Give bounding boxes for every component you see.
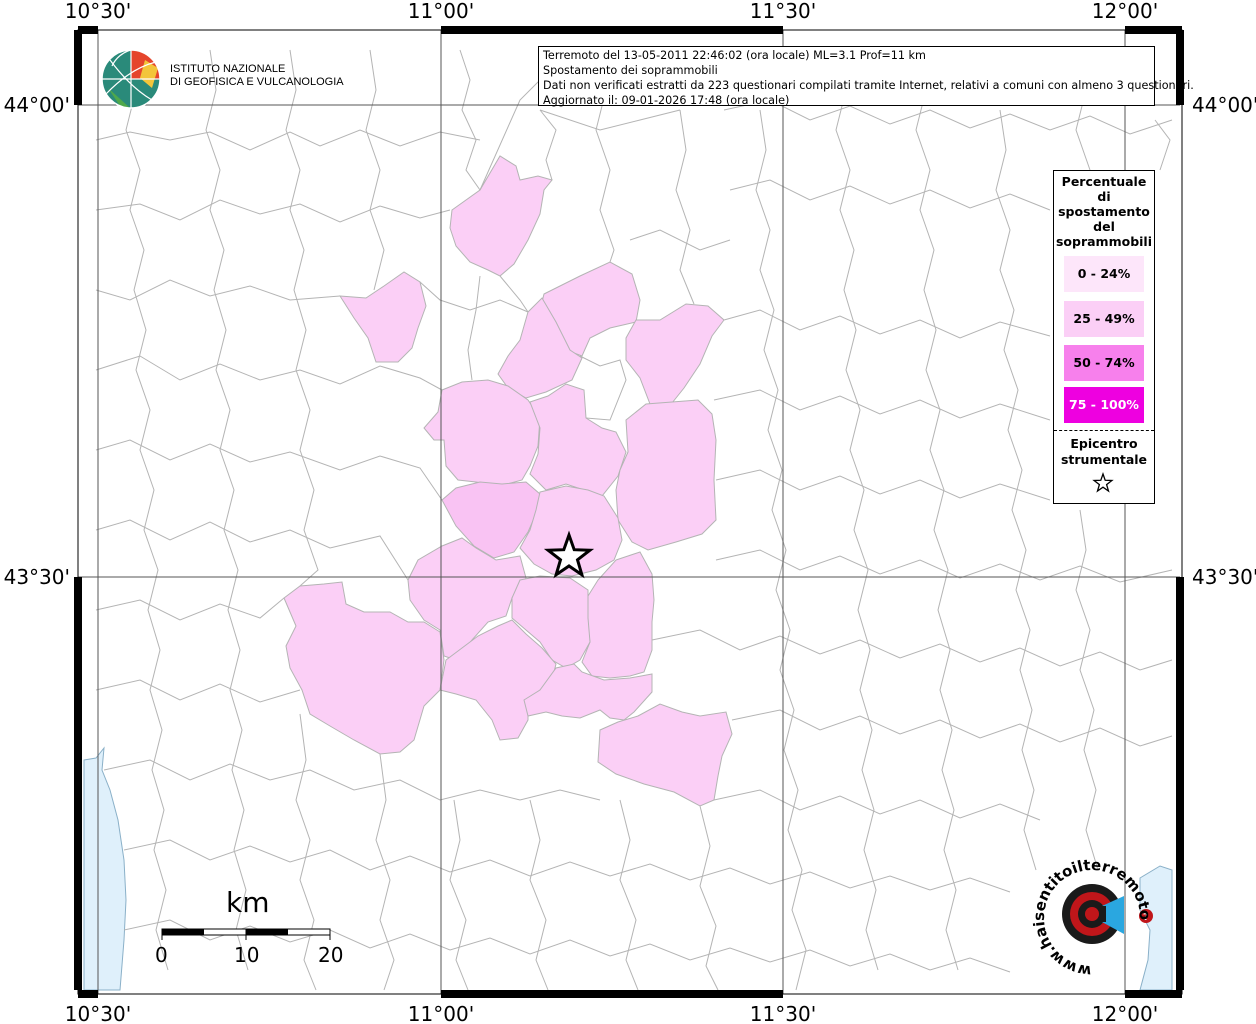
lon-label-top: 11°30' bbox=[750, 0, 816, 23]
felt-municipalities bbox=[283, 155, 733, 807]
lon-label-bottom: 11°00' bbox=[408, 1002, 474, 1024]
lon-label-bottom: 12°00' bbox=[1092, 1002, 1158, 1024]
lon-label-top: 10°30' bbox=[65, 0, 131, 23]
event-line: Terremoto del 13-05-2011 22:46:02 (ora l… bbox=[543, 49, 926, 62]
scale-tick-label: 0 bbox=[155, 943, 168, 967]
scale-bar bbox=[161, 928, 331, 940]
legend-class-swatch: 75 - 100% bbox=[1064, 387, 1144, 423]
legend-title-line: spostamento bbox=[1058, 204, 1150, 219]
legend-class-swatch: 25 - 49% bbox=[1064, 301, 1144, 337]
municipality bbox=[529, 383, 627, 497]
legend-class-swatch: 0 - 24% bbox=[1064, 256, 1144, 292]
legend-epicenter-line: Epicentro bbox=[1070, 436, 1138, 451]
legend-title-line: Percentuale bbox=[1061, 174, 1147, 189]
legend-epicenter-line: strumentale bbox=[1060, 452, 1148, 467]
lat-label-left: 43°30' bbox=[4, 565, 70, 589]
lon-label-top: 12°00' bbox=[1092, 0, 1158, 23]
municipality bbox=[625, 303, 725, 409]
scale-unit-label: km bbox=[226, 886, 270, 919]
event-info-box: Terremoto del 13-05-2011 22:46:02 (ora l… bbox=[538, 46, 1194, 107]
ingv-name: ISTITUTO NAZIONALE DI GEOFISICA E VULCAN… bbox=[170, 63, 344, 89]
lat-label-right: 44°00' bbox=[1192, 93, 1256, 117]
sea-west bbox=[83, 746, 127, 991]
speaker-target-icon: ? www.haisentitoilterremoto.it bbox=[1032, 858, 1154, 978]
ingv-name-line1: ISTITUTO NAZIONALE bbox=[170, 63, 286, 75]
legend-title-line: soprammobili bbox=[1055, 234, 1152, 249]
ingv-name-line2: DI GEOFISICA E VULCANOLOGIA bbox=[170, 76, 344, 88]
municipality bbox=[339, 271, 427, 363]
municipality bbox=[615, 399, 717, 551]
scale-tick-label: 10 bbox=[234, 943, 260, 967]
data-note-line: Dati non verificati estratti da 223 ques… bbox=[543, 79, 1194, 92]
legend-epicenter-label: Epicentro strumentale bbox=[1054, 436, 1154, 468]
legend-divider bbox=[1054, 430, 1154, 431]
lon-label-bottom: 11°30' bbox=[750, 1002, 816, 1024]
legend-class-swatch: 50 - 74% bbox=[1064, 345, 1144, 381]
parameter-line: Spostamento dei soprammobili bbox=[543, 64, 718, 77]
lon-label-bottom: 10°30' bbox=[65, 1002, 131, 1024]
legend-title-line: del bbox=[1093, 219, 1115, 234]
lon-label-top: 11°00' bbox=[408, 0, 474, 23]
legend-title-line: di bbox=[1097, 189, 1111, 204]
legend: Percentuale di spostamento del soprammob… bbox=[1053, 170, 1155, 504]
municipality bbox=[449, 155, 553, 277]
globe-icon bbox=[101, 49, 161, 109]
legend-title: Percentuale di spostamento del soprammob… bbox=[1054, 174, 1154, 249]
scale-tick-label: 20 bbox=[318, 943, 344, 967]
lat-label-left: 44°00' bbox=[4, 93, 70, 117]
updated-line: Aggiornato il: 09-01-2026 17:48 (ora loc… bbox=[543, 94, 790, 107]
star-icon bbox=[1092, 472, 1114, 493]
lat-label-right: 43°30' bbox=[1192, 565, 1256, 589]
